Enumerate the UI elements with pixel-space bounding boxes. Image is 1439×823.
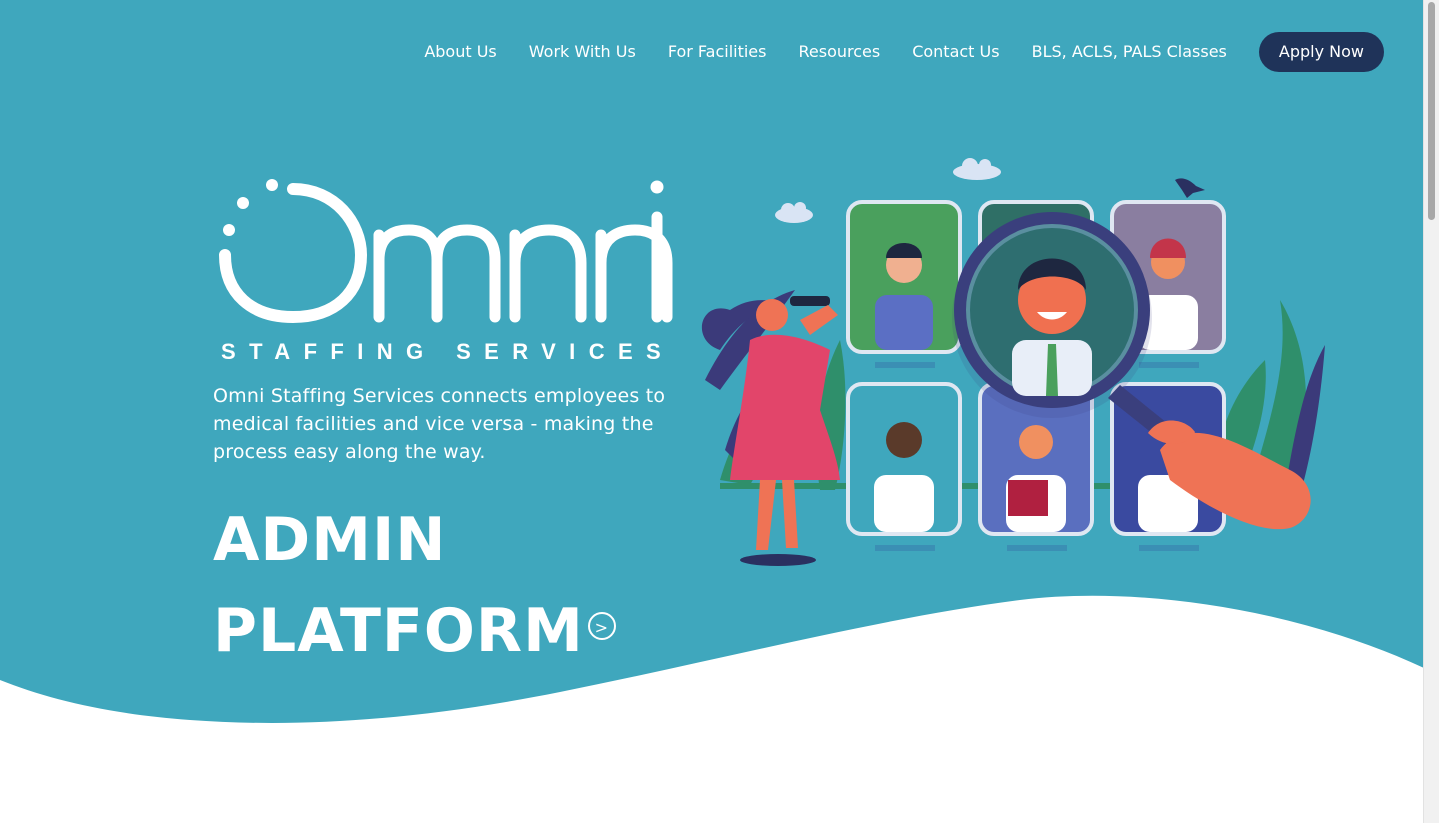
scrollbar-thumb[interactable] [1428,2,1435,220]
main-nav: About Us Work With Us For Facilities Res… [408,32,1384,72]
omni-logo[interactable]: STAFFING SERVICES [215,175,685,365]
nav-resources[interactable]: Resources [782,32,896,72]
vertical-scrollbar[interactable] [1423,0,1439,823]
apply-now-button[interactable]: Apply Now [1258,32,1384,72]
nav-about-us[interactable]: About Us [408,32,512,72]
arrow-circle-icon: > [587,612,616,641]
nav-contact-us[interactable]: Contact Us [896,32,1015,72]
nav-for-facilities[interactable]: For Facilities [652,32,783,72]
nav-work-with-us[interactable]: Work With Us [513,32,652,72]
hero-section: About Us Work With Us For Facilities Res… [0,0,1424,823]
cta-line-1: ADMIN [213,505,447,575]
admin-platform-link[interactable]: ADMIN PLATFORM > [213,495,616,677]
cta-line-2: PLATFORM [213,596,584,666]
hero-tagline: Omni Staffing Services connects employee… [213,385,666,463]
logo-subtitle: STAFFING SERVICES [221,339,674,364]
recruitment-illustration [701,158,1325,566]
nav-classes[interactable]: BLS, ACLS, PALS Classes [1016,32,1243,72]
